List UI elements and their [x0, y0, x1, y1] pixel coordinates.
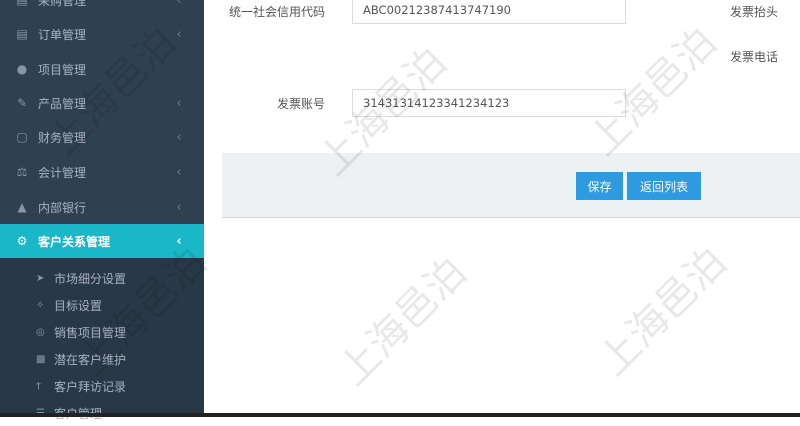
circle-icon: ◎	[36, 326, 45, 338]
edit-icon: ✎	[16, 96, 28, 110]
bank-icon: ▲	[17, 200, 27, 214]
sidebar-item-internal-bank[interactable]: ▲ 内部银行 ‹	[0, 190, 204, 224]
submenu-item-potential-customers[interactable]: ▩ 潜在客户维护	[0, 346, 204, 372]
project-icon: ●	[16, 62, 28, 76]
bottom-border	[0, 413, 800, 417]
form-actions-bar: 保存 返回列表	[222, 153, 800, 218]
sidebar-item-finance[interactable]: ▢ 财务管理 ‹	[0, 120, 204, 154]
main-content: 统一社会信用代码 发票抬头 发票电话 发票账号 保存 返回列表	[204, 0, 800, 417]
credit-code-label: 统一社会信用代码	[228, 5, 325, 19]
chevron-left-icon: ‹	[176, 129, 182, 145]
invoice-account-input[interactable]	[352, 89, 626, 117]
back-to-list-button[interactable]: 返回列表	[627, 172, 701, 200]
chevron-left-icon: ‹	[176, 164, 182, 180]
crm-submenu: ➤ 市场细分设置 ✧ 目标设置 ◎ 销售项目管理 ▩ 潜在客户维护 † 客户拜访…	[0, 258, 204, 421]
cart-icon: ▤	[16, 0, 28, 7]
cart-icon: ▤	[16, 27, 28, 41]
chevron-left-icon: ‹	[176, 0, 182, 8]
chevron-left-icon: ‹	[176, 233, 182, 249]
sidebar-item-purchase[interactable]: ▤ 采购管理 ‹	[0, 0, 204, 17]
sidebar-item-crm[interactable]: ⚙ 客户关系管理 ‹	[0, 224, 204, 258]
invoice-header-label: 发票抬头	[729, 5, 778, 19]
user-icon: †	[36, 380, 41, 392]
send-icon: ➤	[36, 272, 45, 284]
scale-icon: ⚖	[16, 165, 28, 179]
submenu-item-visit-records[interactable]: † 客户拜访记录	[0, 373, 204, 399]
gears-icon: ⚙	[16, 234, 28, 248]
invoice-account-label: 发票账号	[276, 97, 325, 111]
chevron-left-icon: ‹	[176, 95, 182, 111]
money-icon: ▢	[16, 130, 28, 144]
submenu-item-sales-projects[interactable]: ◎ 销售项目管理	[0, 319, 204, 345]
credit-code-input[interactable]	[352, 0, 626, 24]
sidebar-item-projects[interactable]: ● 项目管理	[0, 52, 204, 86]
submenu-item-market-segment[interactable]: ➤ 市场细分设置	[0, 265, 204, 291]
sidebar-item-orders[interactable]: ▤ 订单管理 ‹	[0, 17, 204, 51]
crosshair-icon: ✧	[36, 299, 45, 311]
binoculars-icon: ▩	[36, 353, 46, 365]
save-button[interactable]: 保存	[576, 172, 623, 200]
chevron-left-icon: ‹	[176, 199, 182, 215]
invoice-phone-label: 发票电话	[729, 50, 778, 64]
chevron-left-icon: ‹	[176, 26, 182, 42]
sidebar-item-accounting[interactable]: ⚖ 会计管理 ‹	[0, 155, 204, 189]
submenu-item-target-settings[interactable]: ✧ 目标设置	[0, 292, 204, 318]
sidebar: ▤ 采购管理 ‹ ▤ 订单管理 ‹ ● 项目管理 ✎ 产品管理 ‹ ▢ 财务管理…	[0, 0, 204, 421]
sidebar-item-products[interactable]: ✎ 产品管理 ‹	[0, 86, 204, 120]
